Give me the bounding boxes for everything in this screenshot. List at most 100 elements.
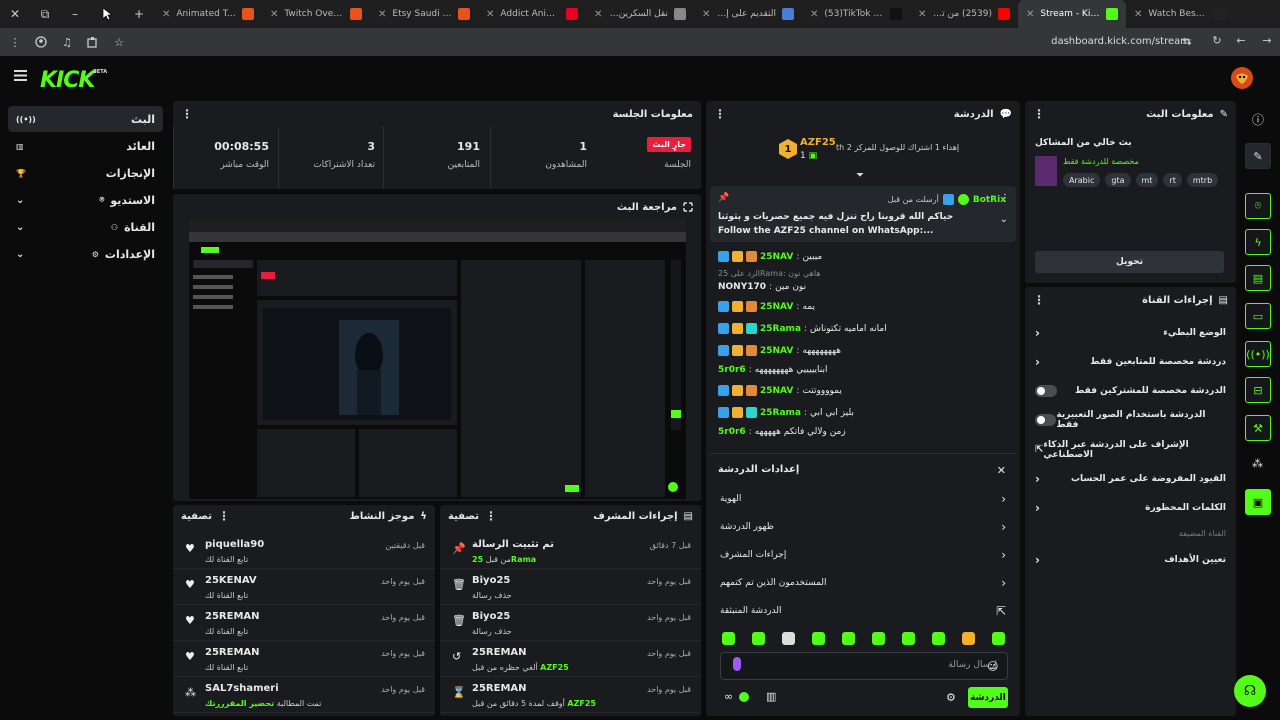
goals-row[interactable]: › تعيين الأهداف xyxy=(1025,545,1236,574)
channel-action-row[interactable]: › الوضع البطيء xyxy=(1025,318,1236,347)
close-tab-icon[interactable]: ✕ xyxy=(594,9,602,20)
chat-username[interactable]: 5r0r6 xyxy=(718,365,746,375)
browser-tab[interactable]: ✕ Stream - Kick Da xyxy=(1018,0,1126,28)
browser-tab[interactable]: ✕ Watch Best New M xyxy=(1126,0,1234,28)
media-control-icon[interactable]: ♫ xyxy=(54,36,80,49)
collapse-icon[interactable]: ⏷ xyxy=(856,170,864,181)
browser-tab[interactable]: ✕ نقل السكرين للشا xyxy=(586,0,694,28)
chat-input[interactable]: إرسال رسالة ☺ xyxy=(720,652,1008,680)
channel-action-row[interactable]: › القيود المفروضة على عمر الحساب xyxy=(1025,465,1236,494)
more-icon[interactable]: ⋮ xyxy=(1000,193,1010,204)
pinned-message[interactable]: أرسلت من قبل BotRix 📌 ⋮ حياكم الله قروبن… xyxy=(710,186,1016,242)
toggle-switch[interactable] xyxy=(1035,414,1057,427)
feed-name[interactable]: 25REMAN xyxy=(205,611,260,622)
expand-icon[interactable] xyxy=(683,202,693,212)
chat-setting-item[interactable]: ظهور الدردشة › xyxy=(710,514,1016,540)
chat-username[interactable]: 5r0r6 xyxy=(718,427,746,437)
feed-name[interactable]: 25REMAN xyxy=(472,647,527,658)
app-icon[interactable]: ▣ xyxy=(1245,489,1271,515)
feed-name[interactable]: SAL7shameri xyxy=(205,683,279,694)
emote-icon[interactable] xyxy=(872,632,885,645)
wrench-icon[interactable]: ⚒ xyxy=(1245,415,1271,441)
bolt-icon[interactable]: ϟ xyxy=(1245,229,1271,255)
more-icon[interactable]: ⋮ xyxy=(218,509,230,523)
filter-label[interactable]: تصفية xyxy=(448,511,479,522)
browser-tab[interactable]: ✕ (53)TikTok - Make xyxy=(802,0,910,28)
chat-setting-item[interactable]: الهوية › xyxy=(710,486,1016,512)
feed-name[interactable]: 25KENAV xyxy=(205,575,257,586)
channel-action-row[interactable]: الدردشة باستخدام الصور التعبيرية فقط xyxy=(1025,406,1236,435)
close-tab-icon[interactable]: ✕ xyxy=(162,9,170,20)
chat-message[interactable]: 5r0r6: زمن ولالي فاتكم هههههه xyxy=(718,427,846,437)
points-icon[interactable]: ⁂ xyxy=(1252,457,1263,470)
browser-tab[interactable]: ✕ (2539) من تهمة الـ xyxy=(910,0,1018,28)
close-window-icon[interactable]: ✕ xyxy=(0,0,30,28)
profile-icon[interactable] xyxy=(28,36,54,48)
close-tab-icon[interactable]: ✕ xyxy=(702,9,710,20)
store-icon[interactable]: ▥ xyxy=(766,690,776,703)
tag-chip[interactable]: rt xyxy=(1163,173,1182,187)
emote-icon[interactable] xyxy=(962,632,975,645)
sidebar-item[interactable]: ⌄ ⚙ الإعدادات xyxy=(8,241,163,267)
emote-icon[interactable] xyxy=(932,632,945,645)
chat-username[interactable]: 25NAV xyxy=(760,346,793,356)
new-tab-button[interactable]: + xyxy=(124,0,154,28)
forward-icon[interactable]: → xyxy=(1254,34,1280,47)
channel-action-row[interactable]: › الكلمات المحظورة xyxy=(1025,494,1236,523)
filter-label[interactable]: تصفية xyxy=(181,511,212,522)
close-tab-icon[interactable]: ✕ xyxy=(378,9,386,20)
channel-action-row[interactable]: › دردشة مخصصة للمتابعين فقط xyxy=(1025,347,1236,376)
support-icon[interactable]: ☊ xyxy=(1234,675,1266,707)
send-button[interactable]: الدردشة xyxy=(968,687,1008,708)
kick-logo[interactable]: KICK xyxy=(40,68,95,93)
tag-chip[interactable]: mtrb xyxy=(1186,173,1219,187)
stream-preview-video[interactable] xyxy=(189,220,686,499)
close-icon[interactable]: ✕ xyxy=(997,464,1006,477)
maximize-window-icon[interactable]: ⧉ xyxy=(30,0,60,28)
emote-icon[interactable] xyxy=(782,632,795,645)
feed-name[interactable]: piquella90 xyxy=(205,539,264,550)
user-avatar[interactable] xyxy=(1231,67,1253,89)
layout-icon[interactable]: ⊟ xyxy=(1245,377,1271,403)
chat-message[interactable]: 25NAV: ههههههههه xyxy=(718,345,841,356)
chat-setting-item[interactable]: المستخدمون الذين تم كتمهم › xyxy=(710,570,1016,596)
site-settings-icon[interactable]: ⇆ xyxy=(1174,35,1200,48)
edit-stream-button[interactable]: تحويل xyxy=(1035,251,1224,273)
chat-message[interactable]: NONY170: نون مين xyxy=(718,282,806,292)
chat-username[interactable]: 25NAV xyxy=(760,252,793,262)
channel-action-row[interactable]: الدردشة مخصصة للمشتركين فقط xyxy=(1025,377,1236,406)
url-text[interactable]: dashboard.kick.com/stream xyxy=(1051,36,1190,47)
document-icon[interactable]: ▤ xyxy=(1245,265,1271,291)
chat-icon[interactable]: ▭ xyxy=(1245,303,1271,329)
browser-menu-icon[interactable]: ⋮ xyxy=(2,36,28,49)
info-icon[interactable]: ⓘ xyxy=(1252,111,1264,128)
broadcast-icon[interactable]: ((•)) xyxy=(1245,341,1271,367)
camera-icon[interactable]: ⌾ xyxy=(1245,193,1271,219)
emote-icon[interactable] xyxy=(752,632,765,645)
tag-chip[interactable]: gta xyxy=(1105,173,1131,187)
chat-message[interactable]: 5r0r6: ابنايييييي ههههههههه xyxy=(718,365,828,375)
chat-message[interactable]: 25NAV: ميبين xyxy=(718,251,822,262)
more-icon[interactable]: ⋮ xyxy=(1033,107,1045,121)
more-icon[interactable]: ⋮ xyxy=(485,509,497,523)
leader-name[interactable]: AZF25 xyxy=(800,137,836,148)
chat-setting-item[interactable]: الدردشة المنبثقة ⇱ xyxy=(710,598,1016,624)
chat-username[interactable]: 25Rama xyxy=(760,408,801,418)
emote-icon[interactable] xyxy=(992,632,1005,645)
more-icon[interactable]: ⋮ xyxy=(181,107,193,121)
points-icon[interactable] xyxy=(739,692,749,702)
chat-message[interactable]: 25NAV: يمووووتتت xyxy=(718,385,842,396)
chat-username[interactable]: 25NAV xyxy=(760,302,793,312)
chevron-down-icon[interactable]: ⌄ xyxy=(16,249,24,260)
category-name[interactable]: مخصصة للدردشة فقط xyxy=(1063,157,1139,166)
chat-setting-item[interactable]: إجراءات المشرف › xyxy=(710,542,1016,568)
feed-name[interactable]: 25REMAN xyxy=(205,647,260,658)
sidebar-item[interactable]: ((•)) البث xyxy=(8,106,163,132)
browser-tab[interactable]: ✕ Twitch Overlays - xyxy=(262,0,370,28)
feed-name[interactable]: 25REMAN xyxy=(472,683,527,694)
browser-tab[interactable]: ✕ التقديم على إدارة xyxy=(694,0,802,28)
bookmark-star-icon[interactable]: ☆ xyxy=(106,36,132,49)
emote-icon[interactable] xyxy=(722,632,735,645)
feed-name[interactable]: تم تثبيت الرسالة xyxy=(472,539,554,550)
channel-action-row[interactable]: ⇱ الإشراف على الدردشة عبر الذكاء الاصطناع… xyxy=(1025,435,1236,464)
